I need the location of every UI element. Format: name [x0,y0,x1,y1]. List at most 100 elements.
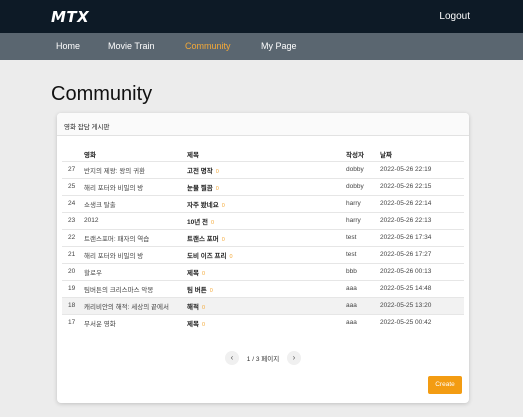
post-title[interactable]: 눈물 찔끔 [187,185,213,192]
pagination: ‹ 1 / 3 페이지 › [57,351,469,365]
post-number: 22 [62,228,84,246]
post-title-cell[interactable]: 10년 전0 [187,211,346,229]
post-movie: 캐리비안의 해적: 세상의 끝에서 [84,296,187,314]
post-title[interactable]: 자주 봤네요 [187,202,219,209]
post-title[interactable]: 팀 버튼 [187,287,207,294]
post-movie: 트랜스포머: 패자의 역습 [84,228,187,246]
post-author: harry [346,194,380,212]
comment-count: 0 [201,321,206,328]
comment-count: 0 [211,219,215,226]
post-author: bbb [346,262,380,280]
post-title[interactable]: 제목 [187,270,199,277]
post-number: 24 [62,194,84,212]
post-title-cell[interactable]: 자주 봤네요 0 [187,194,346,212]
post-movie: 무서운 영화 [84,313,187,331]
post-author: aaa [346,313,380,331]
nav-my-page[interactable]: My Page [261,41,297,51]
nav-community[interactable]: Community [185,41,231,51]
comment-count: 0 [215,168,219,175]
post-title-cell[interactable]: 제목 0 [187,313,346,331]
board-title: 영화 잡담 게시판 [57,113,469,136]
post-date: 2022-05-26 00:13 [380,262,464,280]
column-header-author: 작성자 [346,151,364,159]
table-row[interactable]: 22 트랜스포머: 패자의 역습 트랜스 포머 0 test 2022-05-26 17:… [62,228,464,246]
create-button[interactable]: Create [428,376,462,394]
post-date: 2022-05-25 00:42 [380,313,464,331]
chevron-right-icon[interactable]: › [287,351,302,365]
post-number: 27 [62,160,84,178]
post-title[interactable]: 도비 이즈 프리 [187,253,227,260]
post-date: 2022-05-25 14:48 [380,279,464,297]
post-title-cell[interactable]: 팀 버튼 0 [187,279,346,297]
table-row[interactable]: 19 팀버튼의 크리스마스 악몽 팀 버튼 0 aaa 2022-05-25 14:48 [62,279,464,297]
post-movie: 해리 포터와 비밀의 방 [84,177,187,195]
column-header-num [62,147,84,161]
nav-home[interactable]: Home [56,41,80,51]
nav-movie-train[interactable]: Movie Train [108,41,155,51]
logout-link[interactable]: Logout [439,11,470,22]
table-row[interactable]: 25 해리 포터와 비밀의 방 눈물 찔끔 0 dobby 2022-05-26 22:1… [62,177,464,195]
post-date: 2022-05-26 22:13 [380,211,464,229]
post-movie: 쇼생크 탈출 [84,194,187,212]
post-title[interactable]: 10년 전 [187,219,208,226]
table-header-row: 영화 제목 작성자 날짜 [62,147,464,161]
post-number: 17 [62,313,84,331]
post-date: 2022-05-26 22:14 [380,194,464,212]
post-movie: 반지의 제왕: 왕의 귀환 [84,160,187,178]
post-number: 20 [62,262,84,280]
comment-count: 0 [209,287,213,294]
comment-count: 0 [221,236,225,243]
post-title-cell[interactable]: 해적 0 [187,296,346,314]
post-title-cell[interactable]: 트랜스 포머 0 [187,228,346,246]
table-row[interactable]: 17 무서운 영화 제목 0 aaa 2022-05-25 00:42 [62,313,464,331]
main-nav: Home Movie Train Community My Page [0,33,523,60]
post-movie: 할로우 [84,262,187,280]
post-title-cell[interactable]: 고전 명작 0 [187,160,346,178]
post-number: 18 [62,296,84,314]
post-author: aaa [346,296,380,314]
board-card: 영화 잡담 게시판 영화 제목 작성자 날짜 27 반지의 제왕: 왕의 귀환 고전… [57,113,469,403]
comment-count: 0 [215,185,219,192]
table-row[interactable]: 20 할로우 제목 0 bbb 2022-05-26 00:13 [62,262,464,280]
post-number: 25 [62,177,84,195]
post-date: 2022-05-26 17:27 [380,245,464,263]
table-row[interactable]: 27 반지의 제왕: 왕의 귀환 고전 명작 0 dobby 2022-05-26 22:… [62,160,464,178]
post-date: 2022-05-26 17:34 [380,228,464,246]
table-row[interactable]: 24 쇼생크 탈출 자주 봤네요 0 harry 2022-05-26 22:14 [62,194,464,212]
post-author: dobby [346,160,380,178]
post-title-cell[interactable]: 눈물 찔끔 0 [187,177,346,195]
post-number: 19 [62,279,84,297]
column-header-movie: 영화 [84,151,96,159]
post-number: 23 [62,211,84,229]
post-title[interactable]: 고전 명작 [187,168,213,175]
page-indicator: 1 / 3 페이지 [246,356,280,363]
post-title[interactable]: 해적 [187,304,199,311]
comment-count: 0 [229,253,233,260]
page-title: Community [51,83,153,105]
comment-count: 0 [201,270,206,277]
post-author: aaa [346,279,380,297]
post-author: dobby [346,177,380,195]
comment-count: 0 [201,304,206,311]
post-movie: 해리 포터와 비밀의 방 [84,245,187,263]
post-movie: 2012 [84,211,187,229]
post-title[interactable]: 제목 [187,321,199,328]
post-date: 2022-05-26 22:19 [380,160,464,178]
post-table: 영화 제목 작성자 날짜 27 반지의 제왕: 왕의 귀환 고전 명작 0 dobby 2… [62,147,464,331]
post-date: 2022-05-25 13:20 [380,296,464,314]
top-bar: MTX Logout [0,0,523,33]
column-header-title: 제목 [187,151,199,159]
site-logo[interactable]: MTX [51,8,89,26]
column-header-date: 날짜 [380,151,392,159]
post-author: test [346,228,380,246]
table-row[interactable]: 23 2012 10년 전 0 harry 2022-05-26 22:13 [62,211,464,229]
table-row[interactable]: 21 해리 포터와 비밀의 방 도비 이즈 프리 0 test 2022-05-26 17… [62,245,464,263]
chevron-left-icon[interactable]: ‹ [224,351,239,365]
post-title-cell[interactable]: 제목 0 [187,262,346,280]
post-movie: 팀버튼의 크리스마스 악몽 [84,279,187,297]
table-row[interactable]: 18 캐리비안의 해적: 세상의 끝에서 해적 0 aaa 2022-05-25 13:2… [62,296,464,314]
post-title[interactable]: 트랜스 포머 [187,236,219,243]
post-title-cell[interactable]: 도비 이즈 프리 0 [187,245,346,263]
post-author: harry [346,211,380,229]
post-number: 21 [62,245,84,263]
